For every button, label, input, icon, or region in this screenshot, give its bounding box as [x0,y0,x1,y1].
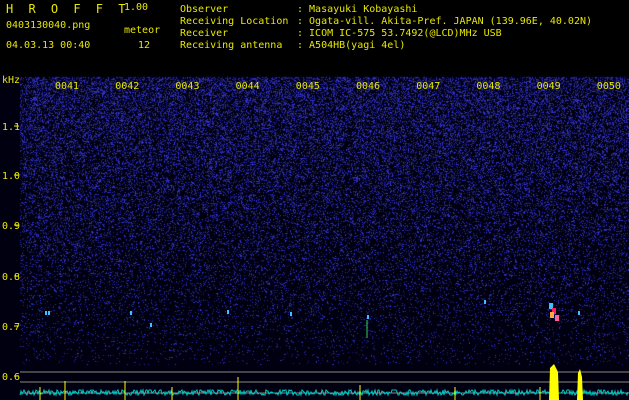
x-tick-label: 0045 [296,81,320,92]
location-label: Receiving Location [180,16,289,27]
x-tick-label: 0050 [597,81,621,92]
x-tick-label: 0046 [356,81,380,92]
x-tick-label: 0044 [236,81,260,92]
location-value: : Ogata-vill. Akita-Pref. JAPAN (139.96E… [297,16,593,27]
y-tick-label: 0.7 [2,322,20,333]
x-tick-label: 0048 [476,81,500,92]
meteor-echo [130,311,132,315]
y-tick-label: 0.9 [2,221,20,232]
receiver-label: Receiver [180,28,229,39]
spectrogram: kHz 1.1 1.0 0.9 0.8 0.7 0.6 0041 0042 0043 0044 0… [0,75,629,400]
meteor-echo [290,312,292,316]
y-tick-label: 0.6 [2,372,20,383]
y-unit-label: kHz [2,75,20,86]
spectrogram-overlay: kHz 1.1 1.0 0.9 0.8 0.7 0.6 0041 0042 0043 0044 0… [2,75,629,400]
x-tick-label: 0047 [416,81,440,92]
meteor-count: 12 [138,40,151,51]
meteor-echo [484,300,486,304]
y-tick-label: 1.1 [2,122,20,133]
y-tick-label: 0.8 [2,272,20,283]
meteor-echo [227,310,229,314]
strong-meteor-echo [555,315,559,321]
antenna-label: Receiving antenna [180,40,283,51]
strong-meteor-echo [550,312,554,318]
meteor-echo [367,315,369,319]
meteor-echo [45,311,47,315]
x-tick-label: 0041 [55,81,79,92]
meteor-label: meteor [124,25,161,36]
x-tick-label: 0049 [537,81,561,92]
datetime: 04.03.13 00:40 [6,40,91,51]
x-tick-label: 0043 [175,81,199,92]
power-burst [549,364,559,400]
x-tick-label: 0042 [115,81,139,92]
meteor-echo [578,311,580,315]
receiver-value: : ICOM IC-575 53.7492(@LCD)MHz USB [297,28,502,39]
header: H R O F F T 1.00 0403130040.png meteor 0… [0,0,629,75]
meteor-echo [48,311,50,315]
observer-value: : Masayuki Kobayashi [297,4,418,15]
power-burst [577,369,583,400]
meteor-echo [150,323,152,327]
observer-label: Observer [180,4,229,15]
app-version: 1.00 [124,2,149,13]
antenna-value: : A504HB(yagi 4el) [297,40,406,51]
file-name: 0403130040.png [6,20,91,31]
app-title: H R O F F T [6,2,130,16]
y-tick-label: 1.0 [2,171,20,182]
